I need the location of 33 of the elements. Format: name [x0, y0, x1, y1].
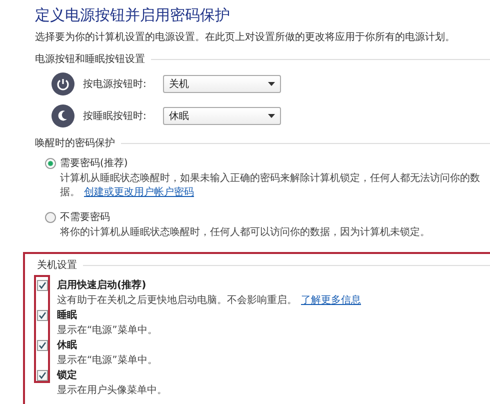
option-label: 不需要密码: [60, 210, 110, 224]
checkbox-description: 这有助于在关机之后更快地启动电脑。不会影响重启。 了解更多信息: [57, 294, 362, 308]
checkbox-label: 睡眠: [57, 308, 77, 322]
moon-icon: [51, 104, 75, 128]
checkbox[interactable]: [37, 340, 48, 351]
checkbox[interactable]: [37, 370, 48, 381]
caret-icon: [268, 82, 275, 86]
checkbox[interactable]: [37, 280, 48, 291]
option-label: 需要密码(推荐): [60, 156, 128, 170]
setting-label: 按电源按钮时:: [83, 78, 148, 91]
power-icon: [51, 72, 75, 96]
checkbox-description: 显示在“电源”菜单中。: [57, 324, 158, 338]
radio-button[interactable]: [45, 212, 56, 223]
account-password-link[interactable]: 创建或更改用户帐户密码: [84, 187, 194, 198]
action-dropdown[interactable]: 休眠: [163, 107, 281, 125]
section-heading: 电源按钮和睡眠按钮设置: [35, 52, 145, 66]
caret-icon: [268, 114, 275, 118]
checkbox-label: 锁定: [57, 368, 77, 382]
section-heading: 唤醒时的密码保护: [35, 136, 115, 150]
action-dropdown[interactable]: 关机: [163, 75, 281, 93]
section-heading: 关机设置: [37, 258, 77, 272]
checkbox-description: 显示在用户头像菜单中。: [57, 384, 168, 398]
checkbox[interactable]: [37, 310, 48, 321]
checkbox-label: 休眠: [57, 338, 77, 352]
checkbox-description: 显示在“电源”菜单中。: [57, 354, 158, 368]
option-description: 计算机从睡眠状态唤醒时，如果未输入正确的密码来解除计算机锁定，任何人都无法访问你的数据。 创建或更改用户帐户密码: [60, 172, 481, 200]
checkbox-label: 启用快速启动(推荐): [57, 278, 146, 292]
learn-more-link[interactable]: 了解更多信息: [301, 295, 361, 306]
option-description: 将你的计算机从睡眠状态唤醒时，任何人都可以访问你的数据，因为计算机未锁定。: [60, 226, 431, 240]
radio-button[interactable]: [45, 158, 56, 169]
setting-label: 按睡眠按钮时:: [83, 110, 148, 123]
page-title: 定义电源按钮并启用密码保护: [35, 6, 231, 25]
page-description: 选择要为你的计算机设置的电源设置。在此页上对设置所做的更改将应用于你所有的电源计划。: [35, 30, 456, 44]
